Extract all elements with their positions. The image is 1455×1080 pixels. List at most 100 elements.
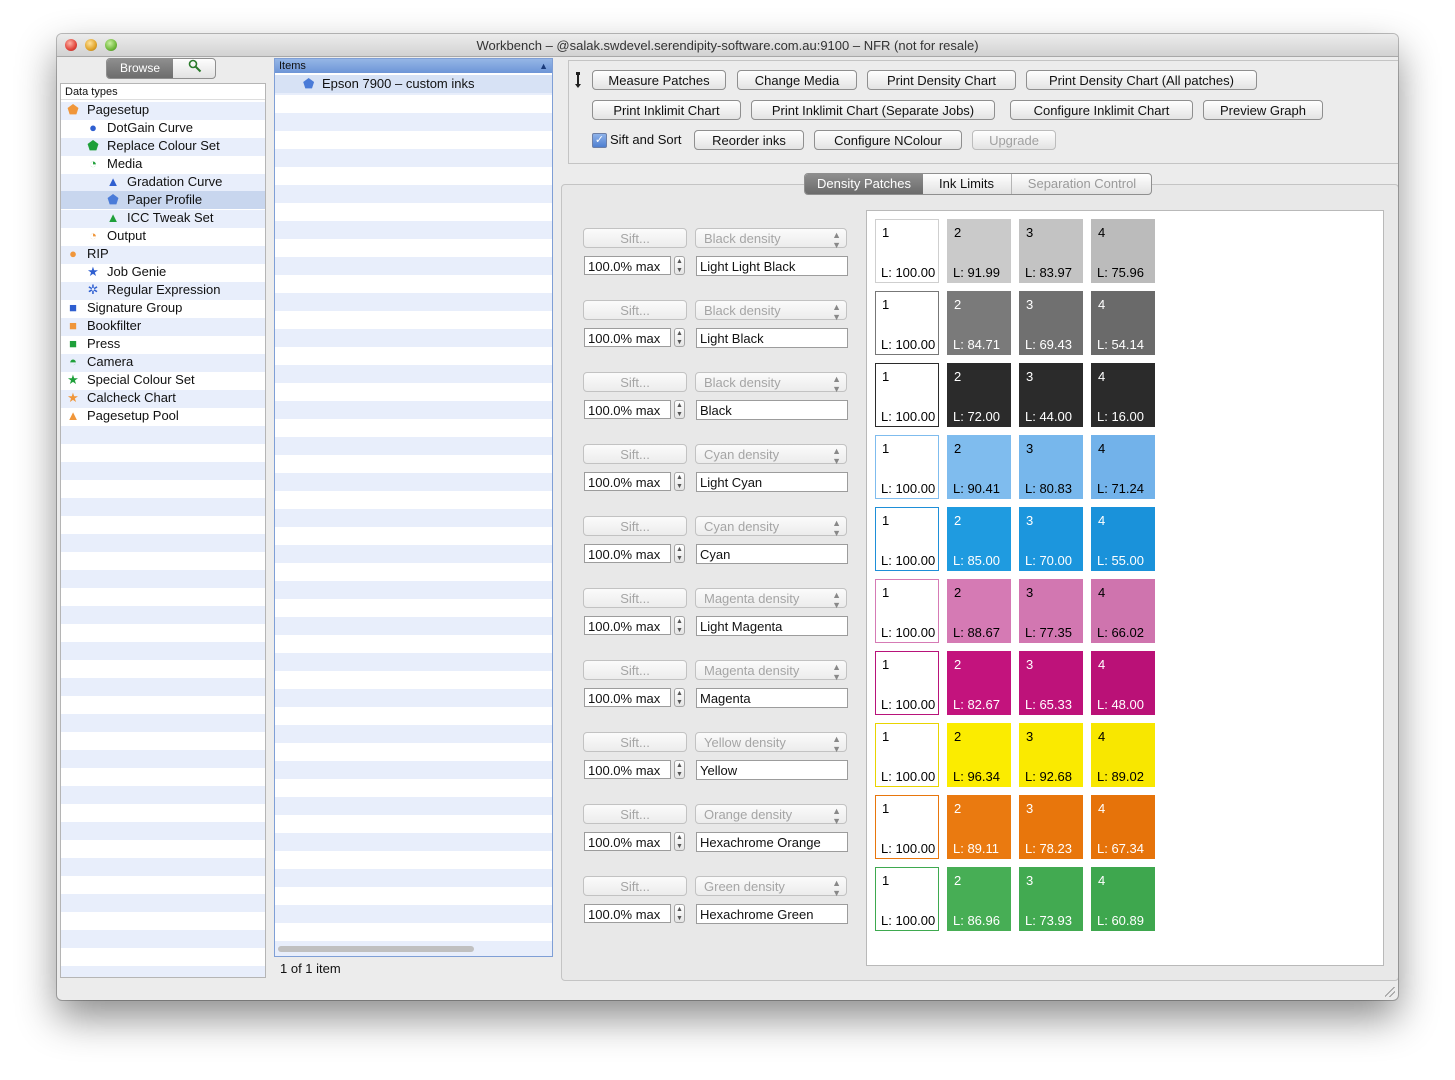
density-patch[interactable]: 3 L: 73.93	[1019, 867, 1083, 931]
density-popup[interactable]: Cyan density ▲ ▼	[695, 516, 847, 538]
max-percent-field[interactable]: 100.0% max	[584, 904, 671, 923]
density-popup[interactable]: Black density ▲ ▼	[695, 372, 847, 394]
configure-inklimit-chart-button[interactable]: Configure Inklimit Chart	[1010, 100, 1193, 120]
title-bar[interactable]: Workbench – @salak.swdevel.serendipity-s…	[57, 34, 1398, 57]
upgrade-button[interactable]: Upgrade	[972, 130, 1056, 150]
sidebar-item[interactable]: ◔ Output	[61, 227, 265, 245]
print-inklimit-chart-button[interactable]: Print Inklimit Chart	[592, 100, 741, 120]
sift-button[interactable]: Sift...	[583, 228, 687, 248]
density-patch[interactable]: 2 L: 96.34	[947, 723, 1011, 787]
sift-button[interactable]: Sift...	[583, 444, 687, 464]
sidebar-item[interactable]: ▲ Gradation Curve	[61, 173, 265, 191]
density-patch[interactable]: 2 L: 89.11	[947, 795, 1011, 859]
items-column-header[interactable]: Items ▲	[275, 59, 552, 73]
max-percent-field[interactable]: 100.0% max	[584, 256, 671, 275]
search-tab[interactable]	[174, 59, 215, 78]
print-density-chart-button[interactable]: Print Density Chart	[867, 70, 1016, 90]
change-media-button[interactable]: Change Media	[737, 70, 857, 90]
ink-name-field[interactable]: Black	[696, 400, 848, 420]
resize-grip[interactable]	[1385, 987, 1395, 997]
data-types-list[interactable]: Data types ⬟ Pagesetup ● DotGain Curve ⬟ Repl…	[60, 83, 266, 978]
max-percent-field[interactable]: 100.0% max	[584, 688, 671, 707]
density-patch[interactable]: 3 L: 65.33	[1019, 651, 1083, 715]
density-popup[interactable]: Orange density ▲ ▼	[695, 804, 847, 826]
density-patch[interactable]: 3 L: 80.83	[1019, 435, 1083, 499]
tab-separation-control[interactable]: Separation Control	[1011, 174, 1151, 194]
sidebar-item[interactable]: ★ Job Genie	[61, 263, 265, 281]
print-density-chart-all-button[interactable]: Print Density Chart (All patches)	[1026, 70, 1257, 90]
max-percent-stepper[interactable]: ▲ ▼	[674, 760, 685, 779]
density-patch[interactable]: 4 L: 54.14	[1091, 291, 1155, 355]
density-popup[interactable]: Black density ▲ ▼	[695, 228, 847, 250]
sift-button[interactable]: Sift...	[583, 876, 687, 896]
sidebar-item[interactable]: ● RIP	[61, 245, 265, 263]
density-patch[interactable]: 1 L: 100.00	[875, 651, 939, 715]
sidebar-item[interactable]: ● DotGain Curve	[61, 119, 265, 137]
density-patch[interactable]: 2 L: 72.00	[947, 363, 1011, 427]
max-percent-stepper[interactable]: ▲ ▼	[674, 688, 685, 707]
density-patch[interactable]: 2 L: 86.96	[947, 867, 1011, 931]
density-patch[interactable]: 2 L: 88.67	[947, 579, 1011, 643]
ink-name-field[interactable]: Light Light Black	[696, 256, 848, 276]
density-popup[interactable]: Magenta density ▲ ▼	[695, 660, 847, 682]
max-percent-field[interactable]: 100.0% max	[584, 832, 671, 851]
ink-name-field[interactable]: Light Black	[696, 328, 848, 348]
max-percent-field[interactable]: 100.0% max	[584, 400, 671, 419]
density-popup[interactable]: Green density ▲ ▼	[695, 876, 847, 898]
sidebar-item[interactable]: ■ Signature Group	[61, 299, 265, 317]
density-popup[interactable]: Black density ▲ ▼	[695, 300, 847, 322]
sidebar-item[interactable]: ★ Special Colour Set	[61, 371, 265, 389]
density-patch[interactable]: 2 L: 84.71	[947, 291, 1011, 355]
density-patch[interactable]: 4 L: 66.02	[1091, 579, 1155, 643]
max-percent-field[interactable]: 100.0% max	[584, 616, 671, 635]
max-percent-stepper[interactable]: ▲ ▼	[674, 904, 685, 923]
density-patch[interactable]: 3 L: 92.68	[1019, 723, 1083, 787]
density-patch[interactable]: 3 L: 77.35	[1019, 579, 1083, 643]
ink-name-field[interactable]: Hexachrome Orange	[696, 832, 848, 852]
sidebar-item[interactable]: ✲ Regular Expression	[61, 281, 265, 299]
density-popup[interactable]: Cyan density ▲ ▼	[695, 444, 847, 466]
horizontal-scrollbar[interactable]	[278, 946, 474, 952]
density-patch[interactable]: 4 L: 75.96	[1091, 219, 1155, 283]
density-patch[interactable]: 1 L: 100.00	[875, 219, 939, 283]
density-patch[interactable]: 1 L: 100.00	[875, 291, 939, 355]
max-percent-field[interactable]: 100.0% max	[584, 544, 671, 563]
density-patch[interactable]: 4 L: 55.00	[1091, 507, 1155, 571]
max-percent-stepper[interactable]: ▲ ▼	[674, 544, 685, 563]
list-item[interactable]: ⬟ Epson 7900 – custom inks	[275, 75, 552, 93]
sidebar-item[interactable]: ★ Calcheck Chart	[61, 389, 265, 407]
density-patch[interactable]: 3 L: 78.23	[1019, 795, 1083, 859]
sidebar-item[interactable]: ◓ Camera	[61, 353, 265, 371]
max-percent-stepper[interactable]: ▲ ▼	[674, 328, 685, 347]
sift-button[interactable]: Sift...	[583, 732, 687, 752]
ink-name-field[interactable]: Light Magenta	[696, 616, 848, 636]
density-patch[interactable]: 3 L: 83.97	[1019, 219, 1083, 283]
density-patch[interactable]: 4 L: 67.34	[1091, 795, 1155, 859]
density-popup[interactable]: Yellow density ▲ ▼	[695, 732, 847, 754]
density-patch[interactable]: 2 L: 82.67	[947, 651, 1011, 715]
density-patch[interactable]: 4 L: 71.24	[1091, 435, 1155, 499]
max-percent-stepper[interactable]: ▲ ▼	[674, 472, 685, 491]
density-patch[interactable]: 2 L: 90.41	[947, 435, 1011, 499]
ink-name-field[interactable]: Yellow	[696, 760, 848, 780]
sift-button[interactable]: Sift...	[583, 660, 687, 680]
density-patch[interactable]: 2 L: 85.00	[947, 507, 1011, 571]
sift-sort-checkbox[interactable]: ✓	[592, 133, 607, 148]
density-patch[interactable]: 3 L: 69.43	[1019, 291, 1083, 355]
density-patch[interactable]: 3 L: 70.00	[1019, 507, 1083, 571]
ink-name-field[interactable]: Cyan	[696, 544, 848, 564]
density-patch[interactable]: 1 L: 100.00	[875, 867, 939, 931]
density-patch[interactable]: 1 L: 100.00	[875, 507, 939, 571]
sidebar-item[interactable]: ⬟ Pagesetup	[61, 101, 265, 119]
sift-button[interactable]: Sift...	[583, 588, 687, 608]
density-patch[interactable]: 4 L: 89.02	[1091, 723, 1155, 787]
max-percent-stepper[interactable]: ▲ ▼	[674, 256, 685, 275]
sift-button[interactable]: Sift...	[583, 300, 687, 320]
max-percent-field[interactable]: 100.0% max	[584, 760, 671, 779]
density-patch[interactable]: 2 L: 91.99	[947, 219, 1011, 283]
pin-icon[interactable]	[574, 72, 582, 91]
configure-ncolour-button[interactable]: Configure NColour	[814, 130, 962, 150]
sidebar-item[interactable]: ■ Press	[61, 335, 265, 353]
ink-name-field[interactable]: Light Cyan	[696, 472, 848, 492]
sift-button[interactable]: Sift...	[583, 372, 687, 392]
